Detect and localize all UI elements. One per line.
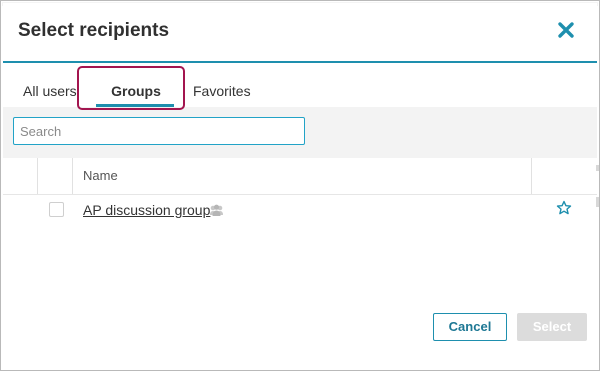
search-input[interactable] [13, 117, 305, 145]
tab-all-users[interactable]: All users [23, 63, 83, 107]
group-name-link[interactable]: AP discussion group [83, 202, 210, 218]
column-divider [37, 158, 38, 194]
table-header: Name [3, 158, 597, 195]
dialog-title: Select recipients [18, 20, 170, 41]
search-toolbar [3, 107, 597, 158]
favorite-toggle[interactable] [556, 200, 572, 216]
screenshot-frame: Select recipients All users Groups Favor… [0, 0, 600, 371]
cancel-button[interactable]: Cancel [433, 313, 507, 341]
group-icon [210, 204, 223, 216]
close-icon [558, 22, 574, 38]
select-button[interactable]: Select [517, 313, 587, 341]
underlying-page-edge [596, 165, 599, 171]
tab-highlight-callout [77, 66, 185, 110]
underlying-page-edge [596, 197, 599, 207]
dialog-header: Select recipients [3, 3, 597, 63]
table-row: AP discussion group [3, 195, 597, 229]
close-button[interactable] [557, 21, 575, 39]
select-recipients-dialog: Select recipients All users Groups Favor… [3, 3, 597, 368]
star-outline-icon [556, 200, 572, 215]
column-divider [531, 158, 532, 194]
tab-favorites[interactable]: Favorites [193, 63, 253, 107]
column-header-name[interactable]: Name [83, 168, 118, 183]
column-divider [72, 158, 73, 194]
recipients-table: Name AP discussion group [3, 158, 597, 229]
row-checkbox[interactable] [49, 202, 64, 217]
